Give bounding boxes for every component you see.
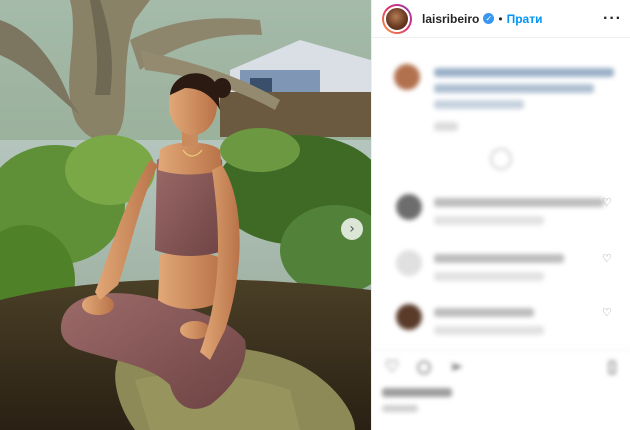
post-photo[interactable]: ›: [0, 0, 371, 430]
action-bar: ♡ ○ ➢ ▯: [372, 349, 630, 381]
bookmark-icon[interactable]: ▯: [602, 357, 622, 377]
comment-like-icon[interactable]: ♡: [602, 196, 612, 209]
caption-avatar: [394, 64, 420, 90]
story-ring[interactable]: [382, 3, 412, 34]
caption-line: [434, 68, 614, 77]
post-sidebar: laisribeiro ✓ • Прати ··· ♡ ♡ ♡ ♡ ○ ➢ ▯: [371, 0, 630, 430]
comment-text: [434, 254, 564, 263]
comment-avatar[interactable]: [396, 250, 422, 276]
comment-meta: [434, 326, 544, 335]
comment-text: [434, 198, 604, 207]
like-icon[interactable]: ♡: [382, 357, 402, 377]
share-icon[interactable]: ➢: [446, 357, 466, 377]
comment-icon[interactable]: ○: [414, 357, 434, 377]
author-username[interactable]: laisribeiro: [422, 12, 479, 26]
comment-meta: [434, 272, 544, 281]
caption-line: [434, 84, 594, 93]
photo-scene: [0, 0, 371, 430]
carousel-next-button[interactable]: ›: [341, 218, 363, 240]
load-more-icon[interactable]: [490, 148, 512, 170]
more-options-icon[interactable]: ···: [603, 10, 622, 28]
comment-avatar[interactable]: [396, 194, 422, 220]
comment-like-icon[interactable]: ♡: [602, 306, 612, 319]
caption-line: [434, 100, 524, 109]
comment-text: [434, 308, 534, 317]
comments-list: ♡ ♡ ♡: [372, 38, 630, 348]
separator-dot: •: [498, 11, 503, 26]
comment-avatar[interactable]: [396, 304, 422, 330]
comment-like-icon[interactable]: ♡: [602, 252, 612, 265]
author-avatar[interactable]: [384, 5, 410, 32]
likes-count[interactable]: [382, 388, 452, 397]
caption-time: [434, 122, 458, 131]
post-header: laisribeiro ✓ • Прати ···: [372, 0, 630, 38]
post-date: [382, 405, 418, 412]
verified-badge-icon: ✓: [483, 13, 495, 24]
follow-button[interactable]: Прати: [507, 12, 543, 26]
comment-meta: [434, 216, 544, 225]
